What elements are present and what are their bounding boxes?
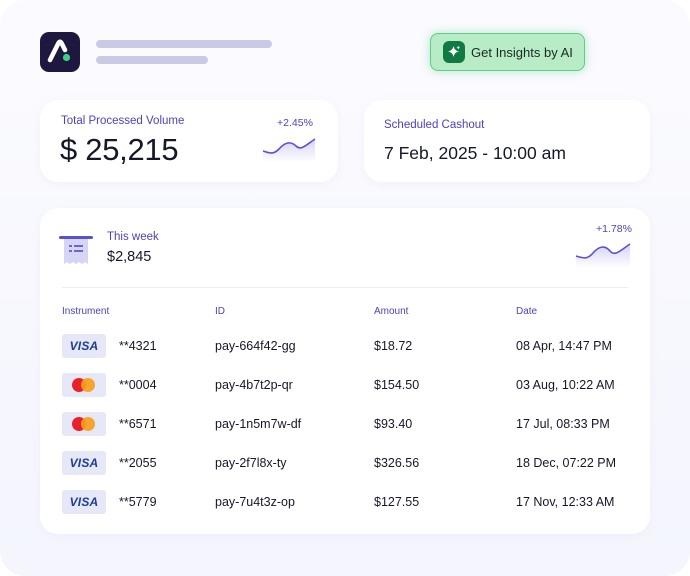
table-row[interactable]: VISA **5779 pay-7u4t3z-op $127.55 17 Nov… xyxy=(40,487,650,526)
mastercard-icon xyxy=(62,412,106,436)
total-volume-label: Total Processed Volume xyxy=(61,115,185,127)
total-volume-card: Total Processed Volume $ 25,215 +2.45% xyxy=(40,100,338,182)
card-number: **5779 xyxy=(119,495,157,509)
get-insights-button[interactable]: Get Insights by AI xyxy=(430,33,585,71)
receipt-icon xyxy=(59,236,93,264)
payment-date: 03 Aug, 10:22 AM xyxy=(516,378,615,392)
payment-id: pay-4b7t2p-qr xyxy=(215,378,293,392)
cashout-value: 7 Feb, 2025 - 10:00 am xyxy=(384,143,566,163)
week-sparkline-icon xyxy=(575,243,631,268)
payment-id: pay-2f7l8x-ty xyxy=(215,456,287,470)
payment-amount: $18.72 xyxy=(374,339,413,353)
payment-date: 18 Dec, 07:22 PM xyxy=(516,456,617,470)
payment-id: pay-1n5m7w-df xyxy=(215,417,302,431)
payment-date: 08 Apr, 14:47 PM xyxy=(516,339,612,353)
visa-icon: VISA xyxy=(62,490,106,514)
table-row[interactable]: **0004 pay-4b7t2p-qr $154.50 03 Aug, 10:… xyxy=(40,370,650,409)
this-week-value: $2,845 xyxy=(107,249,152,265)
cashout-label: Scheduled Cashout xyxy=(384,119,485,131)
visa-icon: VISA xyxy=(62,451,106,475)
payment-id: pay-664f42-gg xyxy=(215,339,296,353)
subtitle-placeholder-bar xyxy=(96,56,208,64)
card-number: **6571 xyxy=(119,417,157,431)
transactions-table: VISA **4321 pay-664f42-gg $18.72 08 Apr,… xyxy=(40,331,650,526)
scheduled-cashout-card: Scheduled Cashout 7 Feb, 2025 - 10:00 am xyxy=(364,100,650,182)
mastercard-icon xyxy=(62,373,106,397)
week-change-badge: +1.78% xyxy=(596,223,632,235)
payment-date: 17 Nov, 12:33 AM xyxy=(516,495,615,509)
table-row[interactable]: **6571 pay-1n5m7w-df $93.40 17 Jul, 08:3… xyxy=(40,409,650,448)
title-placeholder-bar xyxy=(96,40,272,48)
dashboard-frame: Get Insights by AI Total Processed Volum… xyxy=(0,0,690,576)
weekly-transactions-card: This week $2,845 +1.78% Instrument ID Am… xyxy=(40,208,650,534)
column-header-amount[interactable]: Amount xyxy=(374,306,408,317)
volume-sparkline-icon xyxy=(262,138,316,162)
card-number: **0004 xyxy=(119,378,157,392)
payment-amount: $326.56 xyxy=(374,456,420,470)
card-number: **4321 xyxy=(119,339,157,353)
column-header-date[interactable]: Date xyxy=(516,306,537,317)
app-logo-icon[interactable] xyxy=(40,32,80,72)
get-insights-label: Get Insights by AI xyxy=(471,44,573,60)
table-row[interactable]: VISA **2055 pay-2f7l8x-ty $326.56 18 Dec… xyxy=(40,448,650,487)
payment-amount: $127.55 xyxy=(374,495,420,509)
column-header-id[interactable]: ID xyxy=(215,306,225,317)
sparkle-icon xyxy=(443,41,465,63)
table-row[interactable]: VISA **4321 pay-664f42-gg $18.72 08 Apr,… xyxy=(40,331,650,370)
column-header-instrument[interactable]: Instrument xyxy=(62,306,109,317)
volume-change-badge: +2.45% xyxy=(277,117,313,129)
visa-icon: VISA xyxy=(62,334,106,358)
payment-amount: $154.50 xyxy=(374,378,420,392)
this-week-label: This week xyxy=(107,231,159,243)
total-volume-value: $ 25,215 xyxy=(60,132,179,167)
card-divider xyxy=(62,287,628,288)
card-number: **2055 xyxy=(119,456,157,470)
payment-amount: $93.40 xyxy=(374,417,413,431)
payment-id: pay-7u4t3z-op xyxy=(215,495,295,509)
payment-date: 17 Jul, 08:33 PM xyxy=(516,417,610,431)
